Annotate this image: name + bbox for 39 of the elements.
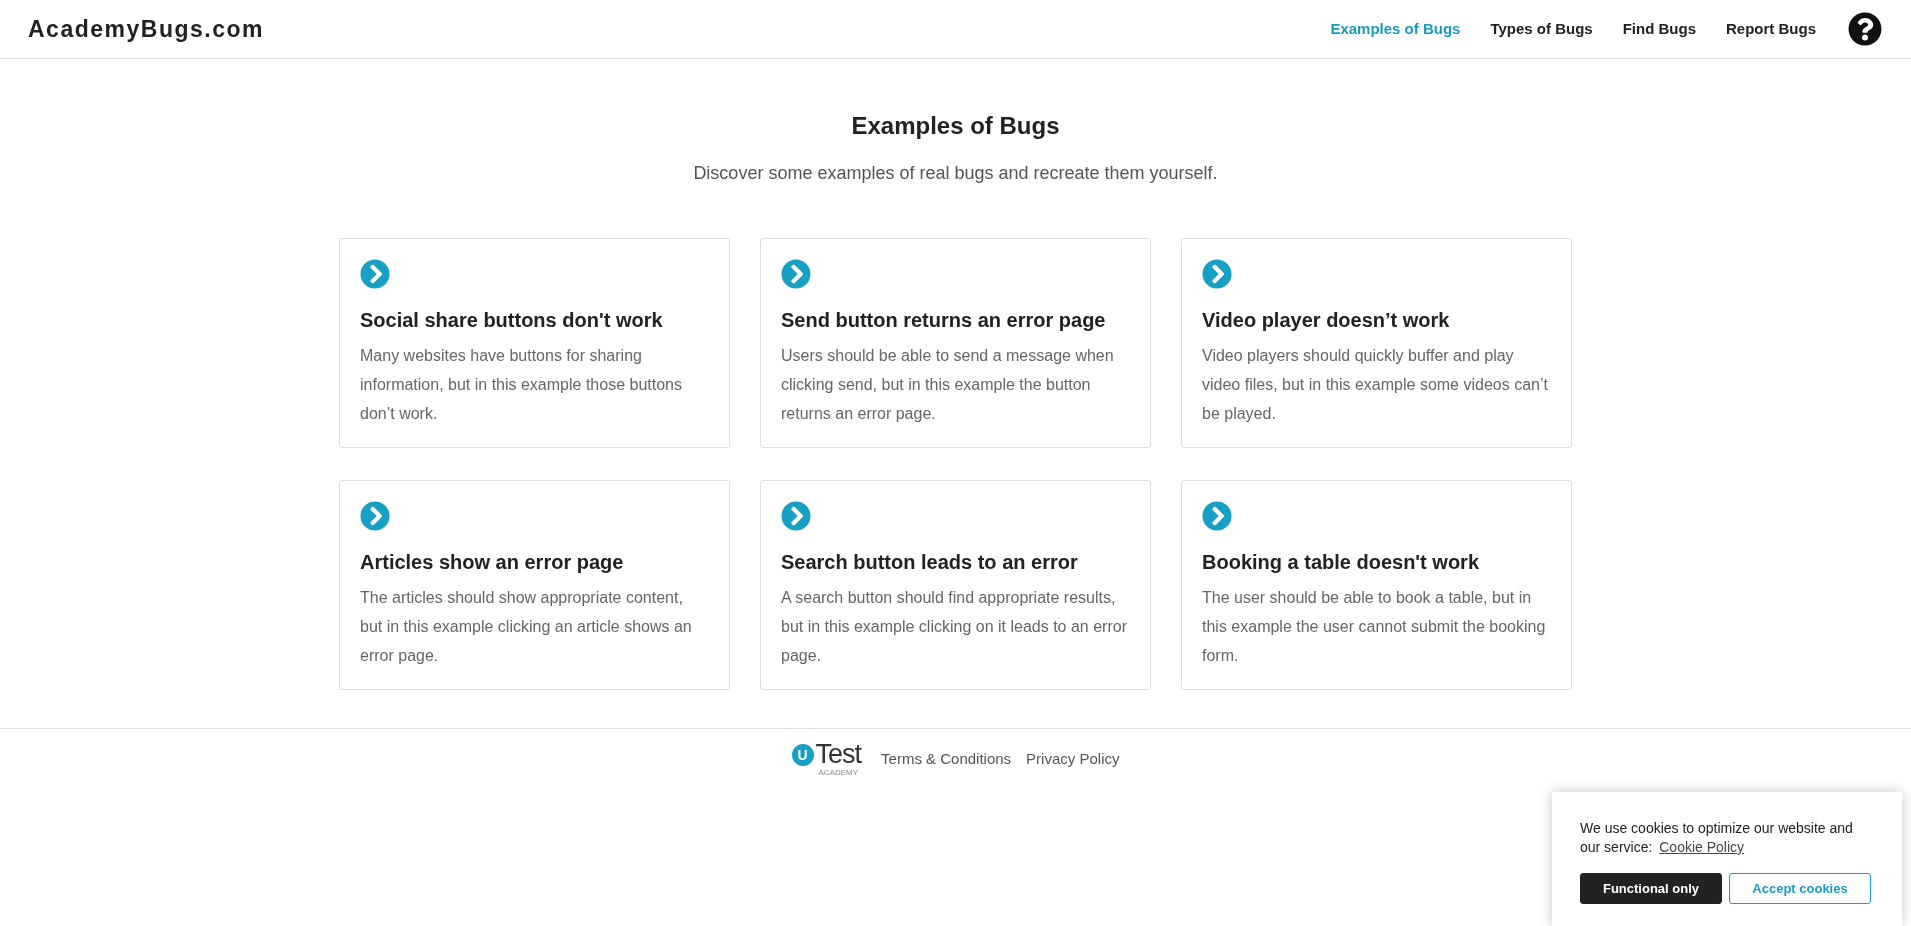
chevron-right-icon <box>360 259 390 289</box>
page-subtitle: Discover some examples of real bugs and recreate them yourself. <box>693 162 1218 185</box>
card-title: Articles show an error page <box>360 550 625 574</box>
card-description: The articles should show appropriate content, but in this example clicking an article shows an error page. <box>360 588 693 666</box>
help-icon[interactable] <box>1848 12 1882 46</box>
card-description: Video players should quickly buffer and play video files, but in this example some videos can’t be played. <box>1202 346 1549 424</box>
chevron-right-icon <box>1202 501 1232 531</box>
card-title: Send button returns an error page <box>781 308 1107 332</box>
cookie-button[interactable]: Functional only <box>1580 873 1722 904</box>
chevron-right-icon <box>360 501 390 531</box>
bug-card[interactable]: Articles show an error page The articles should show appropriate content, but in this example clicking an article shows an error page. <box>339 480 730 690</box>
site-logo[interactable]: AcademyBugs.com <box>28 15 264 43</box>
card-description: Users should be able to send a message when clicking send, but in this example the button returns an error page. <box>781 346 1115 424</box>
logo-wordmark: Test <box>815 740 862 768</box>
card-title: Search button leads to an error <box>781 550 1079 574</box>
footer-link[interactable]: Terms & Conditions <box>881 748 1012 769</box>
logo-tagline: ACADEMY <box>818 767 859 777</box>
chevron-right-icon <box>1202 259 1232 289</box>
card-description: The user should be able to book a table, but in this example the user cannot submit the booking form. <box>1202 588 1547 666</box>
card-title: Social share buttons don't work <box>360 308 664 332</box>
card-title: Booking a table doesn't work <box>1202 550 1480 574</box>
chevron-right-icon <box>781 259 811 289</box>
footer-link[interactable]: Privacy Policy <box>1026 748 1120 769</box>
page-title: Examples of Bugs <box>851 111 1060 141</box>
nav-link[interactable]: Report Bugs <box>1726 19 1816 39</box>
cookie-notice-text: We use cookies to optimize our website and our service: Cookie Policy <box>1580 819 1854 857</box>
cookie-policy-link[interactable]: Cookie Policy <box>1659 839 1745 855</box>
card-description: Many websites have buttons for sharing information, but in this example those buttons don’t work. <box>360 346 683 424</box>
bug-card[interactable]: Social share buttons don't work Many websites have buttons for sharing information, but in this example those buttons don’t work. <box>339 238 730 448</box>
nav-link[interactable]: Find Bugs <box>1622 19 1696 39</box>
bug-card[interactable]: Search button leads to an error A search button should find appropriate results, but in this example clicking on it leads to an error page. <box>760 480 1151 690</box>
bug-card[interactable]: Send button returns an error page Users should be able to send a message when clicking send, but in this example the button returns an error page. <box>760 238 1151 448</box>
bug-card[interactable]: Booking a table doesn't work The user should be able to book a table, but in this example the user cannot submit the booking form. <box>1181 480 1572 690</box>
bug-card[interactable]: Video player doesn’t work Video players should quickly buffer and play video files, but in this example some videos can’t be played. <box>1181 238 1572 448</box>
logo-mark: U <box>791 743 814 766</box>
chevron-right-icon <box>781 501 811 531</box>
card-description: A search button should find appropriate results, but in this example clicking on it leads to an error page. <box>781 588 1128 666</box>
nav-link[interactable]: Types of Bugs <box>1490 19 1593 39</box>
card-title: Video player doesn’t work <box>1202 308 1451 332</box>
